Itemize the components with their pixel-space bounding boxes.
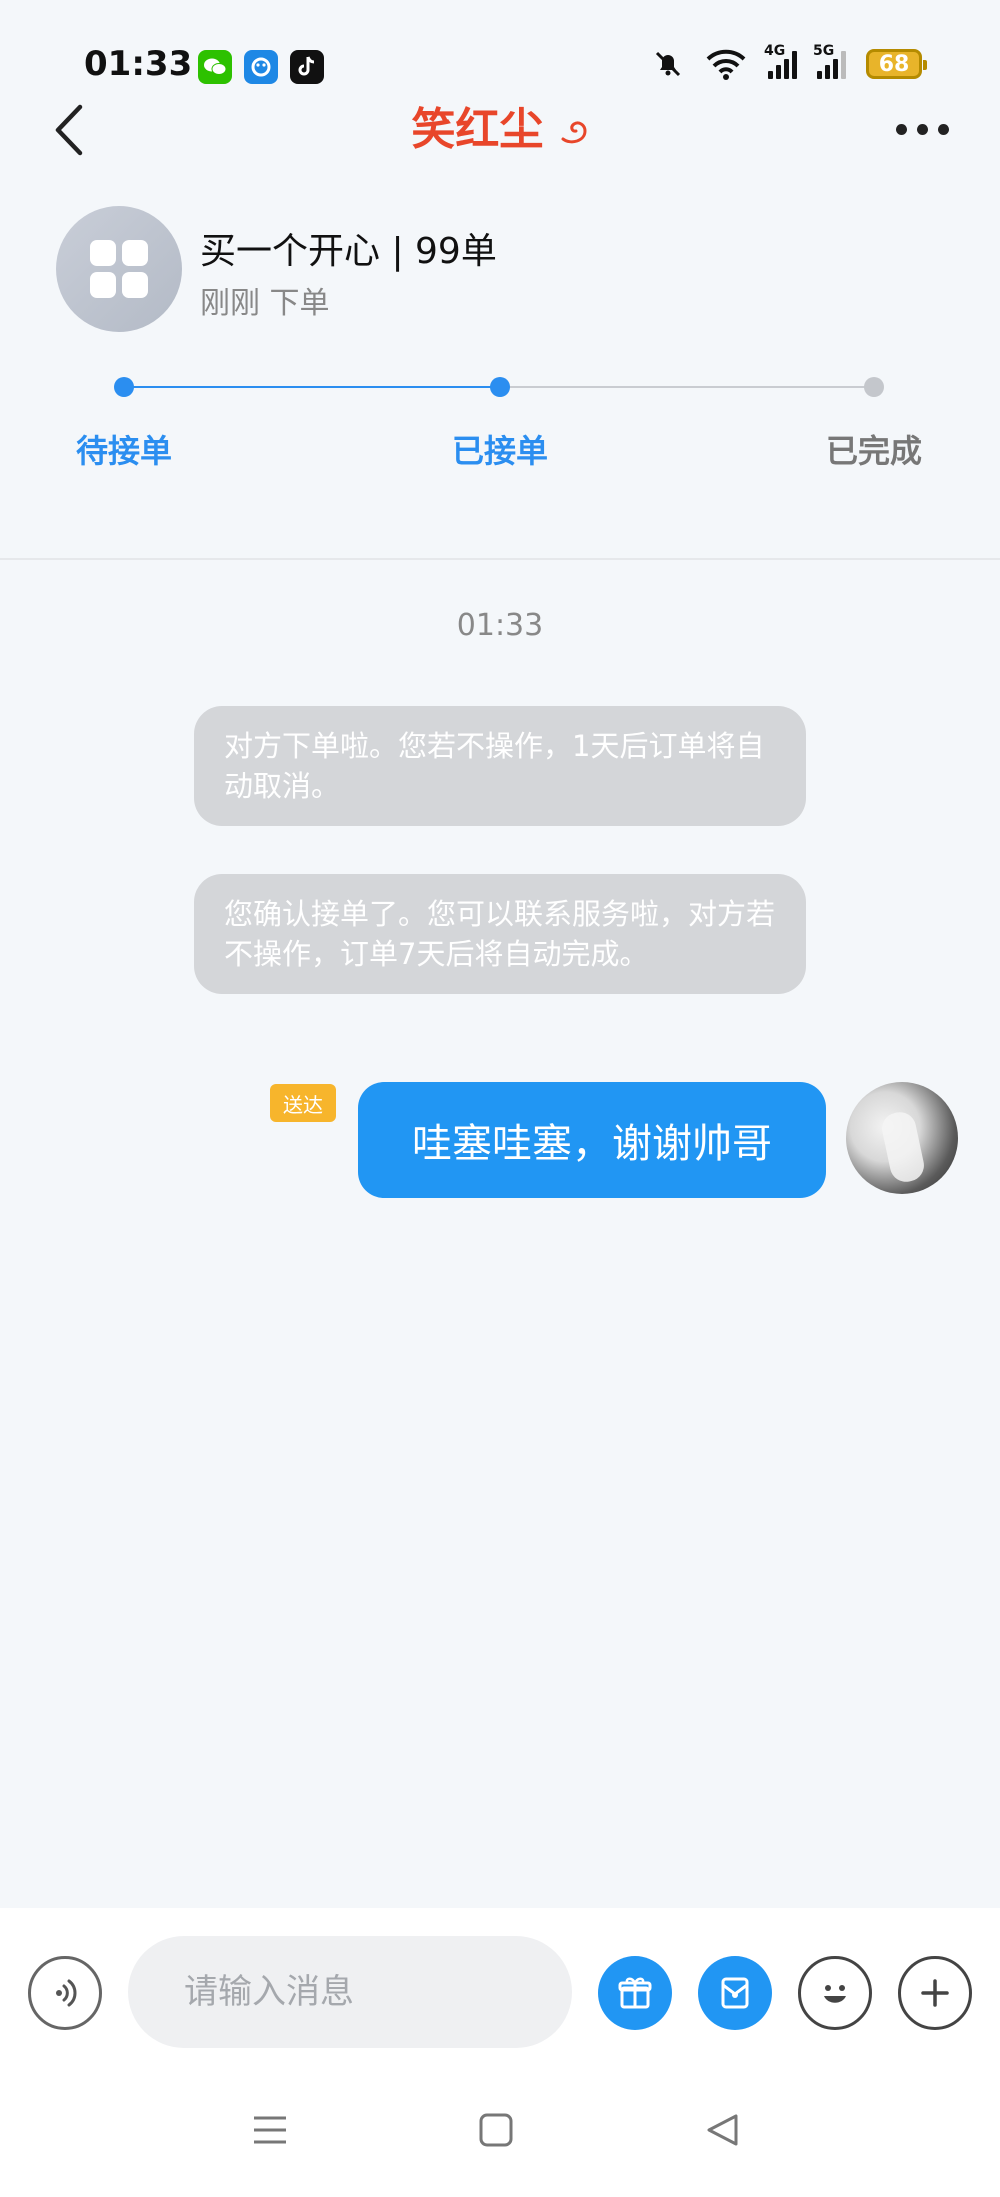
more-dot (916, 123, 928, 135)
my-avatar[interactable] (846, 1082, 958, 1194)
plus-button[interactable] (898, 1956, 972, 2030)
recents-button[interactable] (240, 2100, 300, 2160)
progress-line-pending (500, 386, 874, 388)
page-title: 笑红尘 (0, 100, 1000, 160)
voice-icon (56, 1979, 77, 2007)
chevron-left-icon (55, 104, 83, 156)
notification-icons (198, 50, 324, 84)
system-message: 对方下单啦。您若不操作，1天后订单将自动取消。 (194, 706, 806, 826)
grid-icon (90, 240, 148, 298)
order-title: 买一个开心 | 99单 (200, 231, 497, 272)
progress-dot-1 (114, 377, 134, 397)
mute-bell-icon (655, 51, 681, 77)
emoji-button[interactable] (798, 1956, 872, 2030)
progress-label-accepted: 已接单 (451, 432, 548, 470)
progress-label-completed: 已完成 (825, 432, 922, 470)
wifi-icon (706, 49, 746, 80)
order-avatar[interactable] (56, 206, 182, 332)
progress-label-waiting: 待接单 (75, 432, 172, 470)
wechat-icon (198, 50, 232, 84)
home-button[interactable] (466, 2100, 526, 2160)
progress-dot-3 (864, 377, 884, 397)
my-message-bubble[interactable]: 哇塞哇塞，谢谢帅哥 (358, 1082, 826, 1198)
tiktok-icon (290, 50, 324, 84)
back-triangle-icon (707, 2114, 738, 2146)
system-nav-bar (0, 2072, 1000, 2197)
signal-4g-icon: 4G (764, 43, 797, 79)
chat-timestamp: 01:33 (456, 608, 544, 643)
input-bar (0, 1908, 1000, 2072)
order-subtitle: 刚刚 下单 (200, 286, 330, 321)
more-dot (895, 123, 907, 135)
home-square-icon (479, 2113, 513, 2147)
back-button[interactable] (52, 100, 112, 160)
system-back-button[interactable] (692, 2100, 752, 2160)
red-packet-button[interactable] (698, 1956, 772, 2030)
more-button[interactable] (890, 114, 954, 144)
system-message: 您确认接单了。您可以联系服务啦，对方若不操作，订单7天后将自动完成。 (194, 874, 806, 994)
plus-icon (921, 1979, 949, 2007)
swirl-icon (561, 121, 587, 144)
status-time: 01:33 (84, 44, 193, 84)
message-input[interactable] (128, 1936, 572, 2048)
progress-dot-2 (490, 377, 510, 397)
status-bar: 01:33 4G 5G 68 (0, 0, 1000, 100)
order-header: 笑红尘 买一个开心 | 99单 刚刚 下单 待接单 已接单 已完成 (0, 100, 1000, 560)
menu-icon (254, 2116, 286, 2144)
network-type-4g: 4G (764, 43, 786, 59)
gift-icon (618, 1977, 652, 2009)
gift-button[interactable] (598, 1956, 672, 2030)
network-type-5g: 5G (813, 43, 835, 59)
signal-5g-icon: 5G (813, 43, 846, 79)
voice-button[interactable] (28, 1956, 102, 2030)
red-packet-icon (721, 1977, 749, 2009)
delivered-badge: 送达 (270, 1084, 336, 1122)
app-icon (244, 50, 278, 84)
battery-icon: 68 (866, 49, 927, 79)
order-progress: 待接单 已接单 已完成 (0, 366, 1000, 506)
page-title-text: 笑红尘 (411, 104, 544, 155)
progress-line-done (124, 386, 500, 388)
emoji-icon (824, 1985, 846, 2003)
more-dot (937, 123, 949, 135)
status-right: 4G 5G 68 (652, 43, 927, 80)
